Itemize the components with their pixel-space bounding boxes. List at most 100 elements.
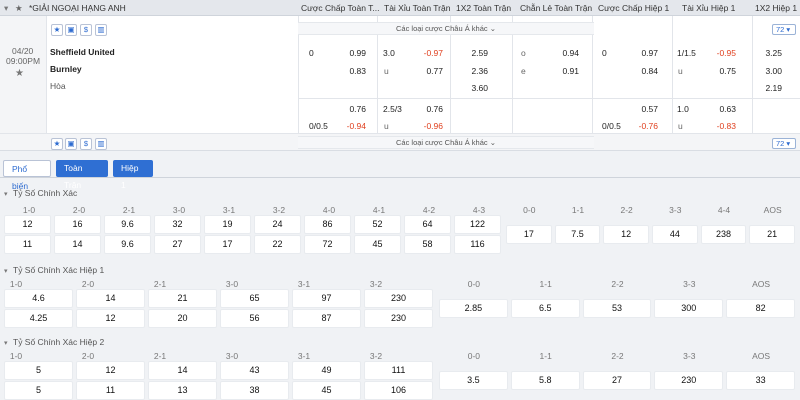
h1-hdp-away-odds[interactable]: 0.84 — [622, 66, 658, 76]
collapse-chevron-icon[interactable]: ▾ — [4, 190, 13, 198]
odds-cell[interactable]: 49 — [293, 362, 360, 379]
odds-cell[interactable]: 32 — [155, 216, 200, 233]
odds-cell[interactable]: 7.5 — [555, 226, 600, 243]
odds-cell[interactable]: 9.6 — [105, 216, 150, 233]
odds-cell[interactable]: 300 — [655, 300, 723, 317]
stats-icon[interactable]: ▥ — [95, 24, 107, 36]
tab-full-time[interactable]: Toàn Trận — [56, 160, 108, 190]
odds-cell[interactable]: 64 — [405, 216, 450, 233]
odds-cell[interactable]: 87 — [293, 310, 360, 327]
oe-even-odds[interactable]: 0.91 — [543, 66, 579, 76]
odds-cell[interactable]: 58 — [405, 236, 450, 253]
section-title[interactable]: ▾ Tỷ Số Chính Xác — [4, 188, 77, 201]
odds-cell[interactable]: 12 — [77, 362, 144, 379]
odds-cell[interactable]: 5 — [5, 362, 72, 379]
x12-away-odds[interactable]: 2.36 — [452, 66, 488, 76]
odds-cell[interactable]: 45 — [293, 382, 360, 399]
odds-cell[interactable]: 238 — [701, 226, 746, 243]
h1-x12-away-odds[interactable]: 3.00 — [746, 66, 782, 76]
odds-cell[interactable]: 56 — [221, 310, 288, 327]
odds-cell[interactable]: 4.25 — [5, 310, 72, 327]
section-title[interactable]: ▾ Tỷ Số Chính Xác Hiệp 2 — [4, 337, 104, 350]
h1-ou2-under-odds[interactable]: -0.83 — [700, 121, 736, 131]
odds-cell[interactable]: 12 — [604, 226, 648, 243]
odds-cell[interactable]: 22 — [255, 236, 300, 253]
x12-home-odds[interactable]: 2.59 — [452, 48, 488, 58]
odds-cell[interactable]: 21 — [750, 226, 794, 243]
odds-cell[interactable]: 5 — [5, 382, 72, 399]
ou-over-odds[interactable]: -0.97 — [407, 48, 443, 58]
odds-cell[interactable]: 4.6 — [5, 290, 72, 307]
odds-cell[interactable]: 2.85 — [440, 300, 507, 317]
currency-icon-2[interactable]: $ — [80, 138, 92, 150]
live-info-icon[interactable]: ▣ — [65, 24, 77, 36]
odds-cell[interactable]: 9.6 — [105, 236, 150, 253]
oe-odd-odds[interactable]: 0.94 — [543, 48, 579, 58]
collapse-chevron-icon[interactable]: ▾ — [4, 3, 8, 14]
odds-cell[interactable]: 82 — [727, 300, 794, 317]
odds-cell[interactable]: 97 — [293, 290, 360, 307]
ou2-under-odds[interactable]: -0.96 — [407, 121, 443, 131]
market-count-dropdown-2[interactable]: 72 ▾ — [772, 138, 796, 149]
odds-cell[interactable]: 14 — [55, 236, 100, 253]
odds-cell[interactable]: 13 — [149, 382, 216, 399]
h1-hdp2-away-odds[interactable]: -0.76 — [622, 121, 658, 131]
tab-popular[interactable]: Phổ biến — [3, 160, 51, 191]
odds-cell[interactable]: 11 — [77, 382, 144, 399]
stats-icon-2[interactable]: ▥ — [95, 138, 107, 150]
odds-cell[interactable]: 14 — [149, 362, 216, 379]
h1-x12-draw-odds[interactable]: 2.19 — [746, 83, 782, 93]
tab-first-half[interactable]: Hiệp 1 — [113, 160, 153, 190]
odds-cell[interactable]: 20 — [149, 310, 216, 327]
star-icon[interactable]: ★ — [15, 3, 23, 14]
favorite-icon-2[interactable]: ★ — [51, 138, 63, 150]
live-info-icon-2[interactable]: ▣ — [65, 138, 77, 150]
odds-cell[interactable]: 17 — [507, 226, 551, 243]
collapse-chevron-icon[interactable]: ▾ — [4, 339, 13, 347]
odds-cell[interactable]: 11 — [5, 236, 50, 253]
odds-cell[interactable]: 43 — [221, 362, 288, 379]
odds-cell[interactable]: 111 — [365, 362, 432, 379]
odds-cell[interactable]: 53 — [583, 300, 651, 317]
other-asian-bets-link[interactable]: Các loại cược Châu Á khác ⌄ — [298, 22, 594, 35]
other-asian-bets-link-2[interactable]: Các loại cược Châu Á khác ⌄ — [298, 136, 594, 149]
section-title[interactable]: ▾ Tỷ Số Chính Xác Hiệp 1 — [4, 265, 104, 278]
odds-cell[interactable]: 5.8 — [511, 372, 579, 389]
odds-cell[interactable]: 27 — [155, 236, 200, 253]
odds-cell[interactable]: 24 — [255, 216, 300, 233]
odds-cell[interactable]: 6.5 — [511, 300, 579, 317]
odds-cell[interactable]: 14 — [77, 290, 144, 307]
odds-cell[interactable]: 12 — [5, 216, 50, 233]
odds-cell[interactable]: 44 — [653, 226, 697, 243]
odds-cell[interactable]: 65 — [221, 290, 288, 307]
hdp2-away-odds[interactable]: -0.94 — [330, 121, 366, 131]
h1-ou-under-odds[interactable]: 0.75 — [700, 66, 736, 76]
odds-cell[interactable]: 72 — [305, 236, 350, 253]
odds-cell[interactable]: 230 — [365, 290, 432, 307]
h1-hdp2-home-odds[interactable]: 0.57 — [622, 104, 658, 114]
odds-cell[interactable]: 230 — [365, 310, 432, 327]
x12-draw-odds[interactable]: 3.60 — [452, 83, 488, 93]
h1-ou2-over-odds[interactable]: 0.63 — [700, 104, 736, 114]
hdp2-home-odds[interactable]: 0.76 — [330, 104, 366, 114]
hdp-away-odds[interactable]: 0.83 — [330, 66, 366, 76]
odds-cell[interactable]: 17 — [205, 236, 250, 253]
h1-hdp-home-odds[interactable]: 0.97 — [622, 48, 658, 58]
odds-cell[interactable]: 38 — [221, 382, 288, 399]
market-count-dropdown[interactable]: 72 ▾ — [772, 24, 796, 35]
odds-cell[interactable]: 122 — [455, 216, 500, 233]
h1-x12-home-odds[interactable]: 3.25 — [746, 48, 782, 58]
odds-cell[interactable]: 230 — [655, 372, 723, 389]
ou2-over-odds[interactable]: 0.76 — [407, 104, 443, 114]
currency-icon[interactable]: $ — [80, 24, 92, 36]
ou-under-odds[interactable]: 0.77 — [407, 66, 443, 76]
odds-cell[interactable]: 45 — [355, 236, 400, 253]
odds-cell[interactable]: 19 — [205, 216, 250, 233]
odds-cell[interactable]: 52 — [355, 216, 400, 233]
odds-cell[interactable]: 86 — [305, 216, 350, 233]
odds-cell[interactable]: 16 — [55, 216, 100, 233]
odds-cell[interactable]: 3.5 — [440, 372, 507, 389]
collapse-chevron-icon[interactable]: ▾ — [4, 267, 13, 275]
odds-cell[interactable]: 106 — [365, 382, 432, 399]
favorite-star-icon[interactable]: ★ — [15, 68, 24, 79]
